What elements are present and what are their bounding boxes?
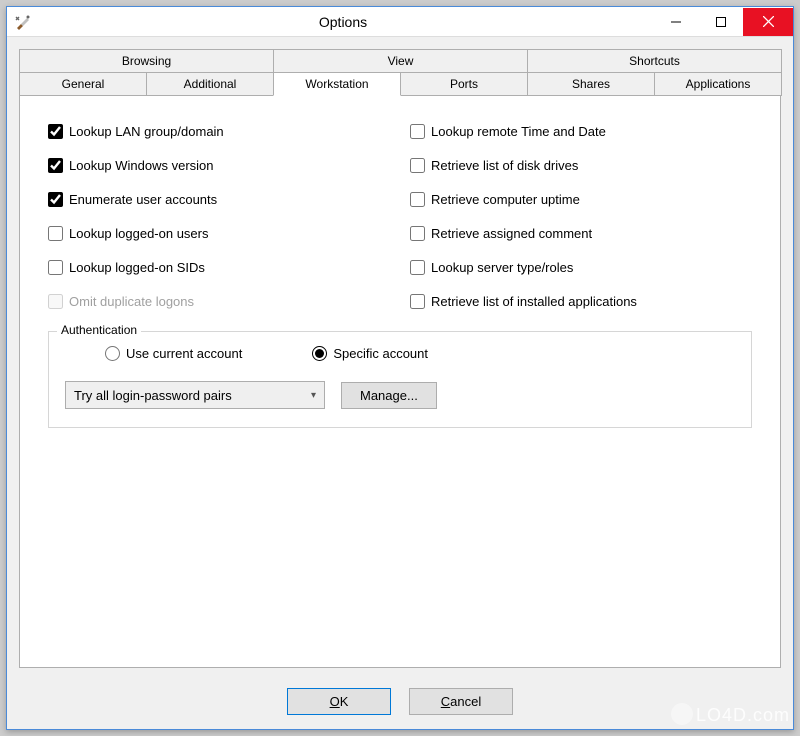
tab-additional[interactable]: Additional <box>146 72 274 96</box>
checkbox-windows-version[interactable]: Lookup Windows version <box>48 158 390 173</box>
manage-button[interactable]: Manage... <box>341 382 437 409</box>
options-dialog: Options Browsing View Shortcuts General … <box>6 6 794 730</box>
titlebar: Options <box>7 7 793 37</box>
checkbox-lan-group[interactable]: Lookup LAN group/domain <box>48 124 390 139</box>
checkbox-disk-drives[interactable]: Retrieve list of disk drives <box>410 158 752 173</box>
checkbox-enumerate-users[interactable]: Enumerate user accounts <box>48 192 390 207</box>
checkbox-assigned-comment[interactable]: Retrieve assigned comment <box>410 226 752 241</box>
chevron-down-icon: ▾ <box>311 390 316 401</box>
tab-applications[interactable]: Applications <box>654 72 782 96</box>
authentication-group: Authentication Use current account Speci… <box>48 331 752 428</box>
checkbox-computer-uptime[interactable]: Retrieve computer uptime <box>410 192 752 207</box>
radio-specific-account[interactable]: Specific account <box>312 346 428 361</box>
tab-shortcuts[interactable]: Shortcuts <box>527 49 782 73</box>
maximize-button[interactable] <box>698 8 743 36</box>
login-mode-combo[interactable]: Try all login-password pairs ▾ <box>65 381 325 409</box>
window-title: Options <box>33 14 653 30</box>
watermark: LO4D.com <box>671 703 790 726</box>
tab-general[interactable]: General <box>19 72 147 96</box>
radio-current-account[interactable]: Use current account <box>105 346 242 361</box>
close-button[interactable] <box>743 8 793 36</box>
minimize-button[interactable] <box>653 8 698 36</box>
checkbox-omit-duplicates: Omit duplicate logons <box>48 294 390 309</box>
checkbox-logged-on-users[interactable]: Lookup logged-on users <box>48 226 390 241</box>
checkbox-remote-time[interactable]: Lookup remote Time and Date <box>410 124 752 139</box>
checkbox-installed-apps[interactable]: Retrieve list of installed applications <box>410 294 752 309</box>
globe-icon <box>671 703 693 725</box>
group-title: Authentication <box>57 323 141 337</box>
tab-control: Browsing View Shortcuts General Addition… <box>19 49 781 96</box>
checkbox-logged-on-sids[interactable]: Lookup logged-on SIDs <box>48 260 390 275</box>
app-icon <box>13 12 33 32</box>
tab-browsing[interactable]: Browsing <box>19 49 274 73</box>
tab-panel-workstation: Lookup LAN group/domain Lookup remote Ti… <box>19 95 781 668</box>
ok-button[interactable]: OK <box>287 688 391 715</box>
tab-view[interactable]: View <box>273 49 528 73</box>
tab-workstation[interactable]: Workstation <box>273 72 401 96</box>
checkbox-server-type[interactable]: Lookup server type/roles <box>410 260 752 275</box>
client-area: Browsing View Shortcuts General Addition… <box>7 37 793 729</box>
cancel-button[interactable]: Cancel <box>409 688 513 715</box>
tab-shares[interactable]: Shares <box>527 72 655 96</box>
tab-ports[interactable]: Ports <box>400 72 528 96</box>
dialog-footer: OK Cancel <box>19 668 781 715</box>
